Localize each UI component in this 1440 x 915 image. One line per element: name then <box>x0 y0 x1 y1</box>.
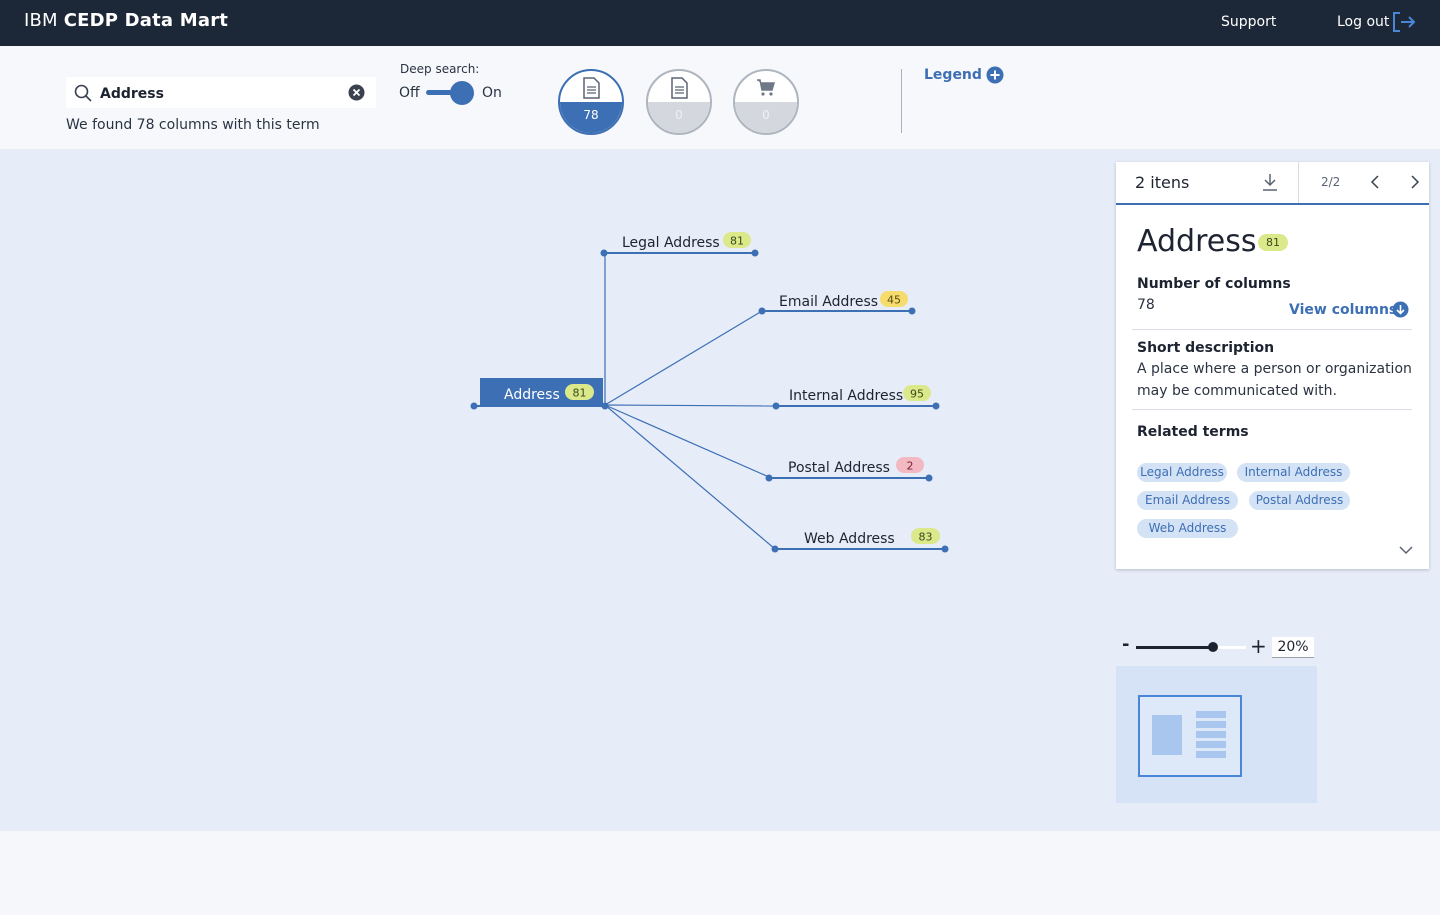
zoom-in-button[interactable]: + <box>1250 634 1267 658</box>
node-label: Internal Address <box>789 388 903 404</box>
section-divider <box>1132 329 1412 330</box>
columns-value: 78 <box>1137 297 1155 313</box>
filter-cart-button[interactable]: 0 <box>733 69 799 135</box>
page-footer <box>0 831 1440 915</box>
node-label: Legal Address <box>622 235 720 251</box>
chevron-left-icon[interactable] <box>1368 174 1382 190</box>
node-count-badge: 95 <box>910 388 924 401</box>
deep-search-toggle[interactable] <box>426 81 474 105</box>
filter-tables-button[interactable]: 0 <box>646 69 712 135</box>
node-count-badge: 45 <box>887 294 901 307</box>
node-count-badge: 83 <box>919 531 933 544</box>
description-line-2: may be communicated with. <box>1137 383 1337 399</box>
node-count-badge: 81 <box>730 235 744 248</box>
node-label: Web Address <box>804 531 895 547</box>
graph-node[interactable]: Web Address 83 <box>771 528 949 553</box>
document-icon <box>583 77 600 99</box>
filter-count: 78 <box>583 108 599 122</box>
logout-icon[interactable] <box>1392 11 1416 33</box>
deep-search-off-label: Off <box>399 85 420 101</box>
related-term-chip[interactable]: Legal Address <box>1137 463 1227 482</box>
section-divider <box>1132 409 1412 410</box>
description-label: Short description <box>1137 340 1275 356</box>
graph-node[interactable]: Postal Address 2 <box>765 457 933 482</box>
items-count: 2 itens <box>1135 173 1190 192</box>
filter-count: 0 <box>762 108 770 122</box>
node-count-badge: 81 <box>573 387 587 400</box>
graph-node[interactable]: Internal Address 95 <box>772 385 940 410</box>
plus-circle-icon[interactable] <box>986 66 1004 84</box>
search-toolbar: We found 78 columns with this term Deep … <box>0 46 1440 149</box>
logout-link[interactable]: Log out <box>1337 14 1389 30</box>
node-count-badge: 2 <box>907 460 914 473</box>
zoom-slider[interactable] <box>1136 642 1246 652</box>
app-brand: IBM CEDP Data Mart <box>24 10 228 31</box>
minimap-viewport[interactable] <box>1138 695 1242 777</box>
deep-search-on-label: On <box>482 85 502 101</box>
related-terms-label: Related terms <box>1137 424 1249 440</box>
header-separator <box>1298 162 1299 203</box>
filter-count: 0 <box>675 108 683 122</box>
search-box <box>66 77 376 108</box>
description-line-1: A place where a person or organization <box>1137 361 1412 377</box>
graph-edge <box>604 404 776 550</box>
view-columns-link[interactable]: View columns <box>1289 302 1397 318</box>
zoom-out-button[interactable]: - <box>1122 634 1129 655</box>
zoom-level: 20% <box>1272 637 1314 658</box>
panel-header: 2 itens 2/2 <box>1116 162 1429 205</box>
chevron-down-icon[interactable] <box>1398 544 1414 556</box>
support-link[interactable]: Support <box>1221 14 1276 30</box>
term-title: Address <box>1137 224 1257 259</box>
graph-edge <box>604 404 770 478</box>
graph-node[interactable]: Legal Address 81 <box>600 232 759 257</box>
graph-root-node[interactable]: Address 81 <box>470 378 609 410</box>
related-term-chip[interactable]: Email Address <box>1137 491 1238 510</box>
deep-search-label: Deep search: <box>400 62 480 76</box>
graph-minimap[interactable] <box>1116 666 1317 803</box>
brand-name: CEDP Data Mart <box>63 10 229 31</box>
graph-canvas[interactable]: Address 81 Legal Address 81 Email Addres… <box>0 149 1440 831</box>
graph-edge <box>604 404 777 407</box>
node-label: Email Address <box>779 294 878 310</box>
search-result-summary: We found 78 columns with this term <box>66 117 320 133</box>
related-term-chip[interactable]: Web Address <box>1137 519 1238 538</box>
node-label: Postal Address <box>788 460 890 476</box>
brand-prefix: IBM <box>24 10 58 31</box>
term-count-badge: 81 <box>1258 234 1288 251</box>
related-term-chip[interactable]: Internal Address <box>1237 463 1350 482</box>
pagination-indicator: 2/2 <box>1321 175 1341 189</box>
clear-search-icon[interactable] <box>348 84 365 101</box>
minimap-preview <box>1152 711 1226 758</box>
toolbar-divider <box>901 69 902 133</box>
arrow-down-circle-icon[interactable] <box>1392 301 1409 318</box>
graph-edge <box>604 310 763 406</box>
graph-node[interactable]: Email Address 45 <box>758 291 916 315</box>
term-detail-panel: 2 itens 2/2 Address 81 Number of columns… <box>1116 162 1429 569</box>
search-input[interactable] <box>98 81 342 106</box>
toggle-knob[interactable] <box>450 81 474 105</box>
legend-link[interactable]: Legend <box>924 67 982 83</box>
zoom-slider-handle[interactable] <box>1208 642 1218 652</box>
columns-label: Number of columns <box>1137 276 1291 292</box>
chevron-right-icon[interactable] <box>1408 174 1422 190</box>
search-icon <box>74 84 92 102</box>
zoom-slider-fill <box>1136 646 1213 649</box>
download-icon[interactable] <box>1261 172 1279 192</box>
cart-icon <box>757 79 775 96</box>
top-navigation-bar: IBM CEDP Data Mart Support Log out <box>0 0 1440 46</box>
node-label: Address <box>504 387 560 403</box>
filter-columns-button[interactable]: 78 <box>558 69 624 135</box>
related-term-chip[interactable]: Postal Address <box>1249 491 1350 510</box>
document-icon <box>671 77 688 99</box>
